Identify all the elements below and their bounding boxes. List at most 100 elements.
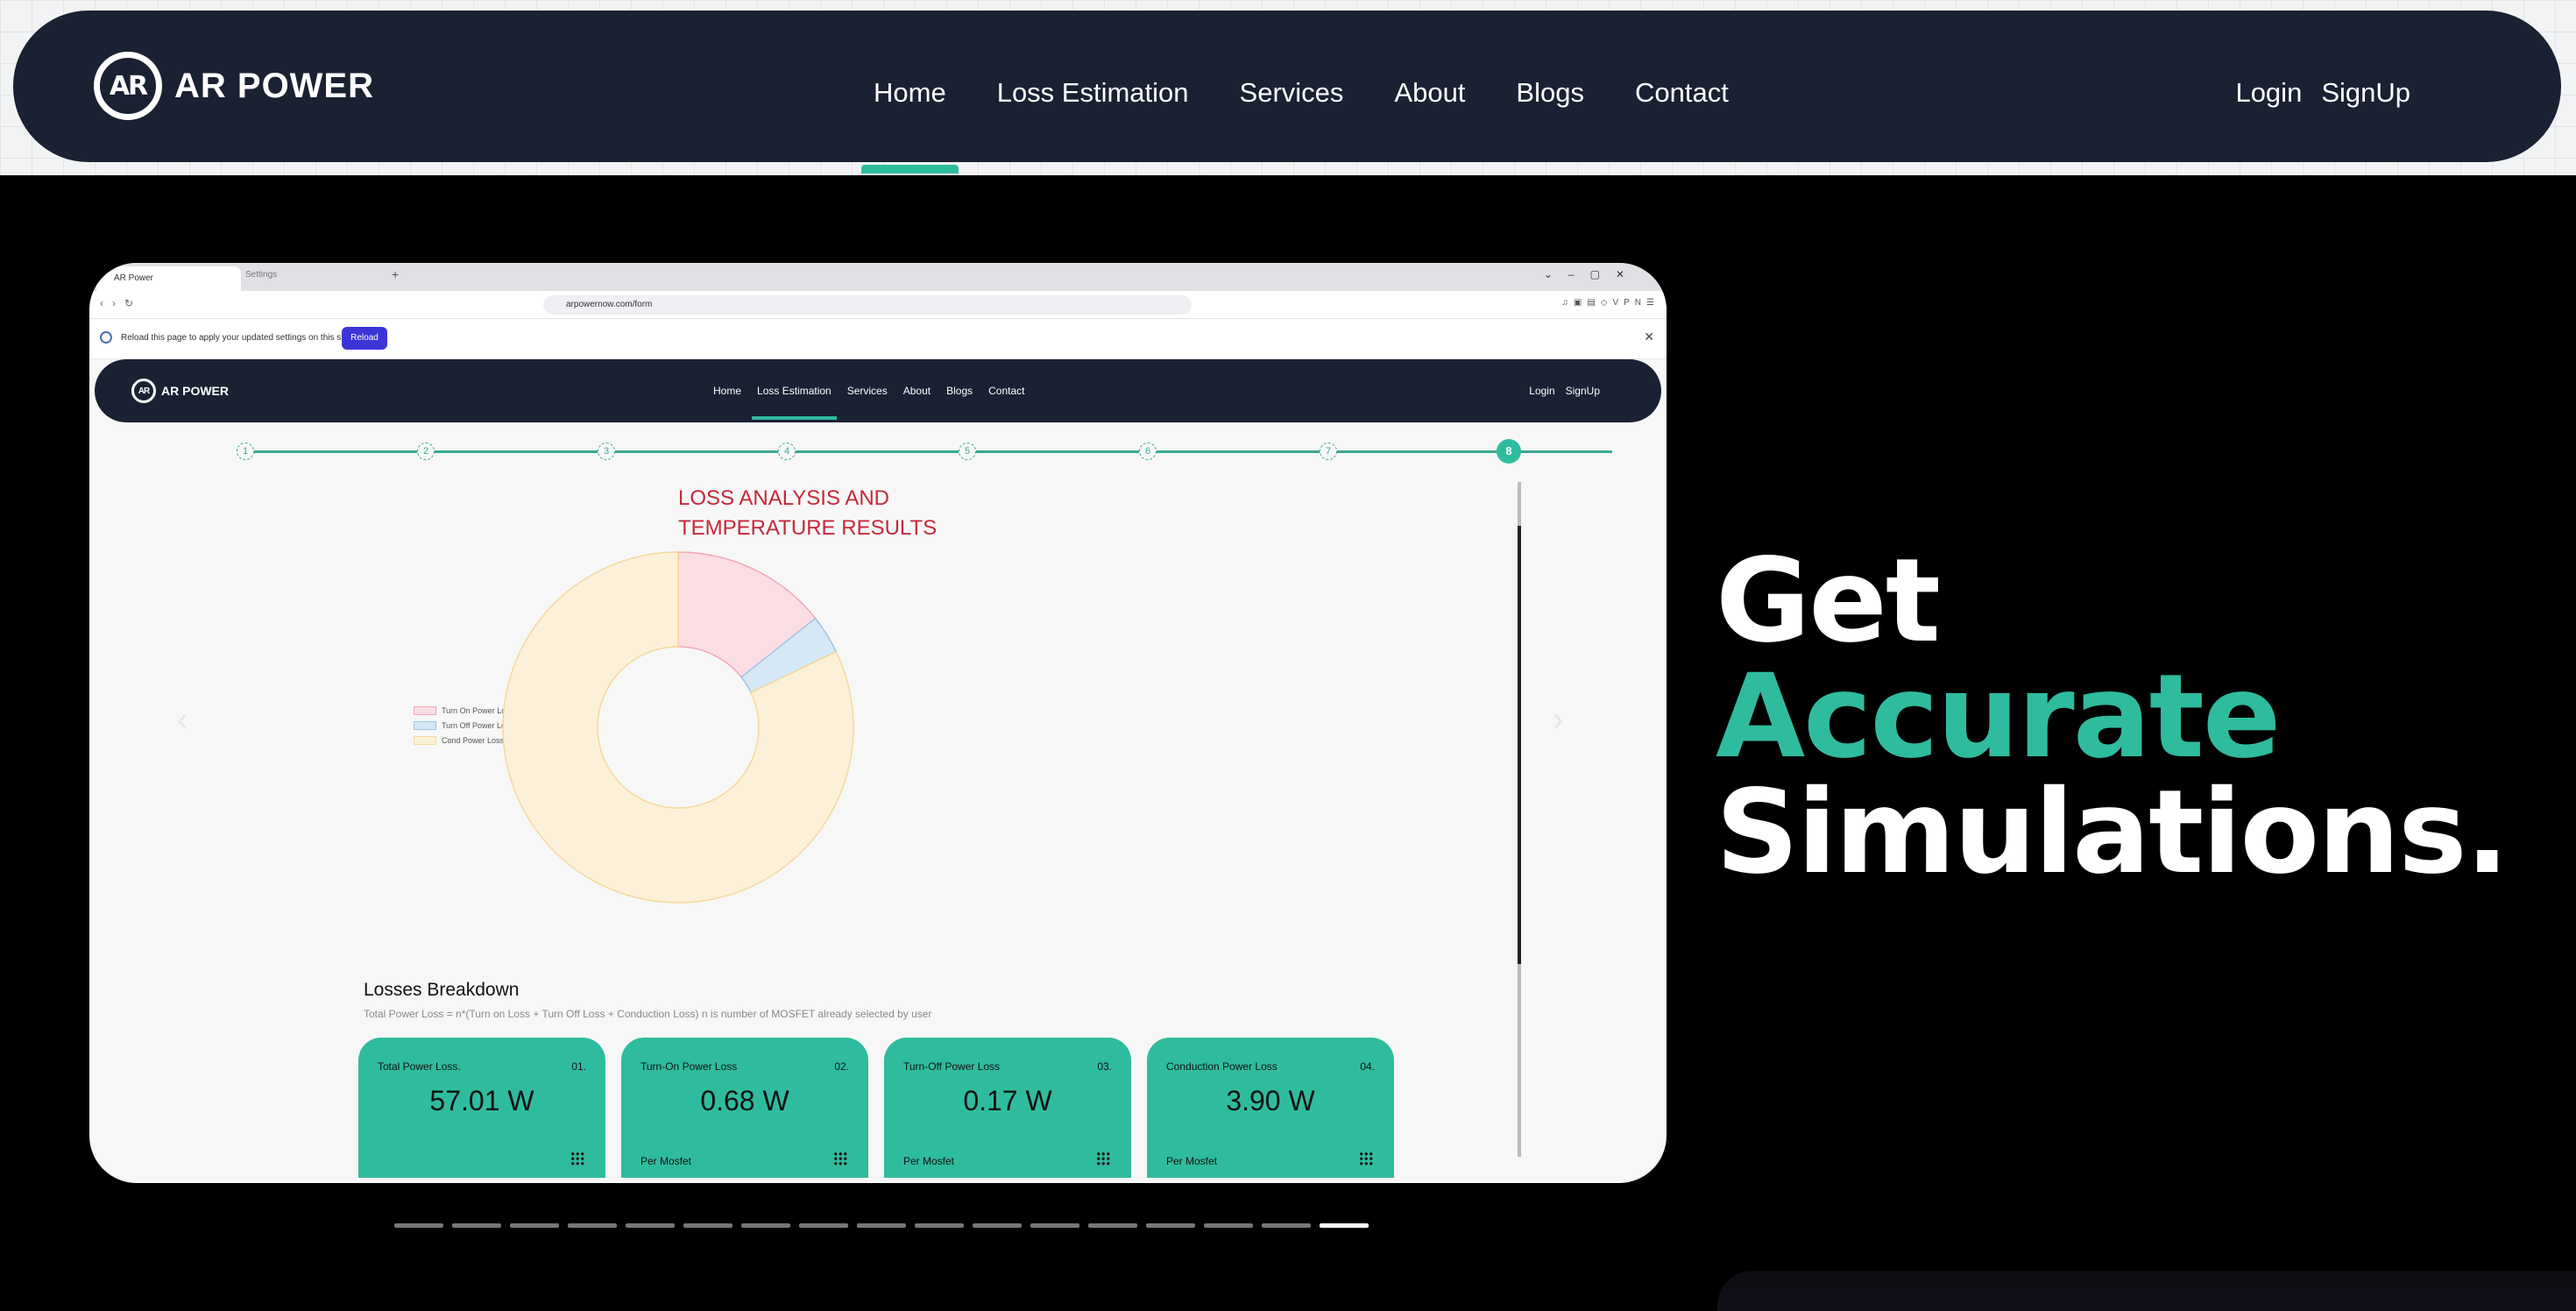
carousel-dot-16[interactable] <box>1262 1223 1311 1228</box>
carousel-dot-7[interactable] <box>741 1223 790 1228</box>
settings-info-icon <box>100 331 112 344</box>
logo-monogram: AR <box>109 70 148 102</box>
screenshot-nav-home: Home <box>713 385 742 397</box>
headline-line-3: Simulations. <box>1716 765 2509 900</box>
browser-tab-bar: AR Power Settings + ⌄–▢✕ <box>89 263 1667 291</box>
dots-grid-icon <box>833 1152 847 1166</box>
nav-home[interactable]: Home <box>861 77 959 174</box>
browser-tab-active: AR Power <box>96 266 241 291</box>
legend-swatch <box>414 720 436 730</box>
brand-name: AR POWER <box>174 66 374 105</box>
card-subtitle: Per Mosfet <box>903 1155 955 1167</box>
vpn-label: VPN <box>1612 298 1647 308</box>
carousel-dot-9[interactable] <box>857 1223 906 1228</box>
screenshot-site-navbar: AR AR POWER Home Loss Estimation Service… <box>95 359 1661 422</box>
step-8-current: 8 <box>1497 439 1521 464</box>
dots-grid-icon <box>1096 1152 1110 1166</box>
loss-cards: Total Power Loss. 01. 57.01 W Turn-On Po… <box>358 1038 1394 1178</box>
step-7: 7 <box>1320 443 1337 460</box>
carousel-dot-15[interactable] <box>1204 1223 1253 1228</box>
next-section-edge <box>1717 1271 2576 1311</box>
card-number: 04. <box>1360 1060 1375 1073</box>
browser-address-field: arpowernow.com/form <box>543 295 1192 315</box>
screenshot-nav-about: About <box>902 385 931 397</box>
carousel-dot-12[interactable] <box>1030 1223 1079 1228</box>
card-label: Total Power Loss. <box>378 1060 461 1073</box>
carousel-dot-13[interactable] <box>1088 1223 1137 1228</box>
chart-title-line-2: TEMPERATURE RESULTS <box>678 516 938 540</box>
card-value: 3.90 W <box>1226 1085 1315 1116</box>
card-value: 0.17 W <box>963 1085 1052 1116</box>
loss-card-conduction: Conduction Power Loss 04. 3.90 W Per Mos… <box>1147 1038 1394 1178</box>
signup-link[interactable]: SignUp <box>2321 77 2410 109</box>
carousel-dot-11[interactable] <box>973 1223 1022 1228</box>
screenshot-brand-name: AR POWER <box>161 384 229 398</box>
step-6: 6 <box>1139 443 1157 460</box>
new-tab-icon: + <box>392 267 400 281</box>
card-label: Conduction Power Loss <box>1166 1060 1277 1073</box>
carousel-dot-14[interactable] <box>1146 1223 1195 1228</box>
carousel-dot-3[interactable] <box>510 1223 559 1228</box>
card-subtitle: Per Mosfet <box>1166 1155 1218 1167</box>
loss-card-total: Total Power Loss. 01. 57.01 W <box>358 1038 605 1178</box>
carousel-dot-17[interactable] <box>1320 1223 1369 1228</box>
screenshot-login: Login <box>1529 385 1555 397</box>
card-label: Turn-On Power Loss <box>640 1060 738 1073</box>
screenshot-logo-icon: AR <box>131 379 156 403</box>
step-3: 3 <box>598 443 615 460</box>
main-navbar: AR AR POWER Home Loss Estimation Service… <box>13 11 2561 174</box>
step-2: 2 <box>417 443 435 460</box>
hero-section: AR Power Settings + ⌄–▢✕ ‹›↻ arpowernow.… <box>0 175 2576 1311</box>
carousel-dot-10[interactable] <box>915 1223 964 1228</box>
chart-title-line-1: LOSS ANALYSIS AND <box>678 486 889 510</box>
carousel-prev-icon: ‹ <box>177 701 188 738</box>
screenshot-brand: AR AR POWER <box>131 379 229 403</box>
nav-about[interactable]: About <box>1394 77 1465 109</box>
legend-swatch <box>414 705 436 715</box>
nav-blogs[interactable]: Blogs <box>1516 77 1584 109</box>
carousel-next-icon: › <box>1553 701 1564 738</box>
nav-services[interactable]: Services <box>1240 77 1344 109</box>
window-controls-icon: ⌄–▢✕ <box>1543 268 1640 280</box>
losses-breakdown-description: Total Power Loss = n*(Turn on Loss + Tur… <box>364 1008 932 1020</box>
step-4: 4 <box>778 443 796 460</box>
card-value: 57.01 W <box>429 1085 534 1116</box>
browser-tab-inactive: Settings <box>245 270 278 280</box>
browser-url-bar: ‹›↻ arpowernow.com/form ♫▣▤◇VPN☰ <box>89 291 1667 319</box>
dots-grid-icon <box>1359 1152 1373 1166</box>
screenshot-signup: SignUp <box>1565 385 1600 397</box>
card-value: 0.68 W <box>700 1085 789 1116</box>
carousel-dot-2[interactable] <box>452 1223 501 1228</box>
login-link[interactable]: Login <box>2235 77 2302 109</box>
carousel-dot-1[interactable] <box>394 1223 443 1228</box>
nav-loss-estimation[interactable]: Loss Estimation <box>997 77 1189 109</box>
carousel-dot-6[interactable] <box>683 1223 732 1228</box>
carousel-dot-4[interactable] <box>568 1223 617 1228</box>
carousel-dot-5[interactable] <box>626 1223 675 1228</box>
card-subtitle: Per Mosfet <box>640 1155 692 1167</box>
close-icon: ✕ <box>1644 330 1654 344</box>
losses-breakdown-title: Losses Breakdown <box>364 980 520 1000</box>
screenshot-nav-loss-estimation: Loss Estimation <box>752 385 837 420</box>
hero-headline: Get Accurate Simulations. <box>1716 543 2509 900</box>
nav-contact[interactable]: Contact <box>1635 77 1729 109</box>
step-5: 5 <box>959 443 976 460</box>
scrollbar-thumb <box>1518 526 1521 964</box>
step-1: 1 <box>237 443 254 460</box>
chart-title: LOSS ANALYSIS AND TEMPERATURE RESULTS <box>678 484 941 543</box>
loss-card-turn-off: Turn-Off Power Loss 03. 0.17 W Per Mosfe… <box>884 1038 1131 1178</box>
reload-button: Reload <box>342 327 387 350</box>
primary-nav: Home Loss Estimation Services About Blog… <box>861 77 1729 174</box>
auth-links: Login SignUp <box>2235 77 2410 109</box>
browser-nav-arrows-icon: ‹›↻ <box>100 297 143 309</box>
donut-chart <box>502 551 854 904</box>
loss-card-turn-on: Turn-On Power Loss 02. 0.68 W Per Mosfet <box>621 1038 868 1178</box>
card-number: 01. <box>571 1060 586 1073</box>
info-bar-text: Reload this page to apply your updated s… <box>121 333 350 343</box>
ar-power-logo-icon: AR <box>94 52 162 120</box>
carousel-dot-8[interactable] <box>799 1223 848 1228</box>
brand-logo-link[interactable]: AR AR POWER <box>94 52 374 120</box>
browser-extension-icons: ♫▣▤◇VPN☰ <box>1561 298 1660 308</box>
screenshot-nav-services: Services <box>846 385 888 397</box>
headline-line-2-accent: Accurate <box>1716 649 2281 784</box>
